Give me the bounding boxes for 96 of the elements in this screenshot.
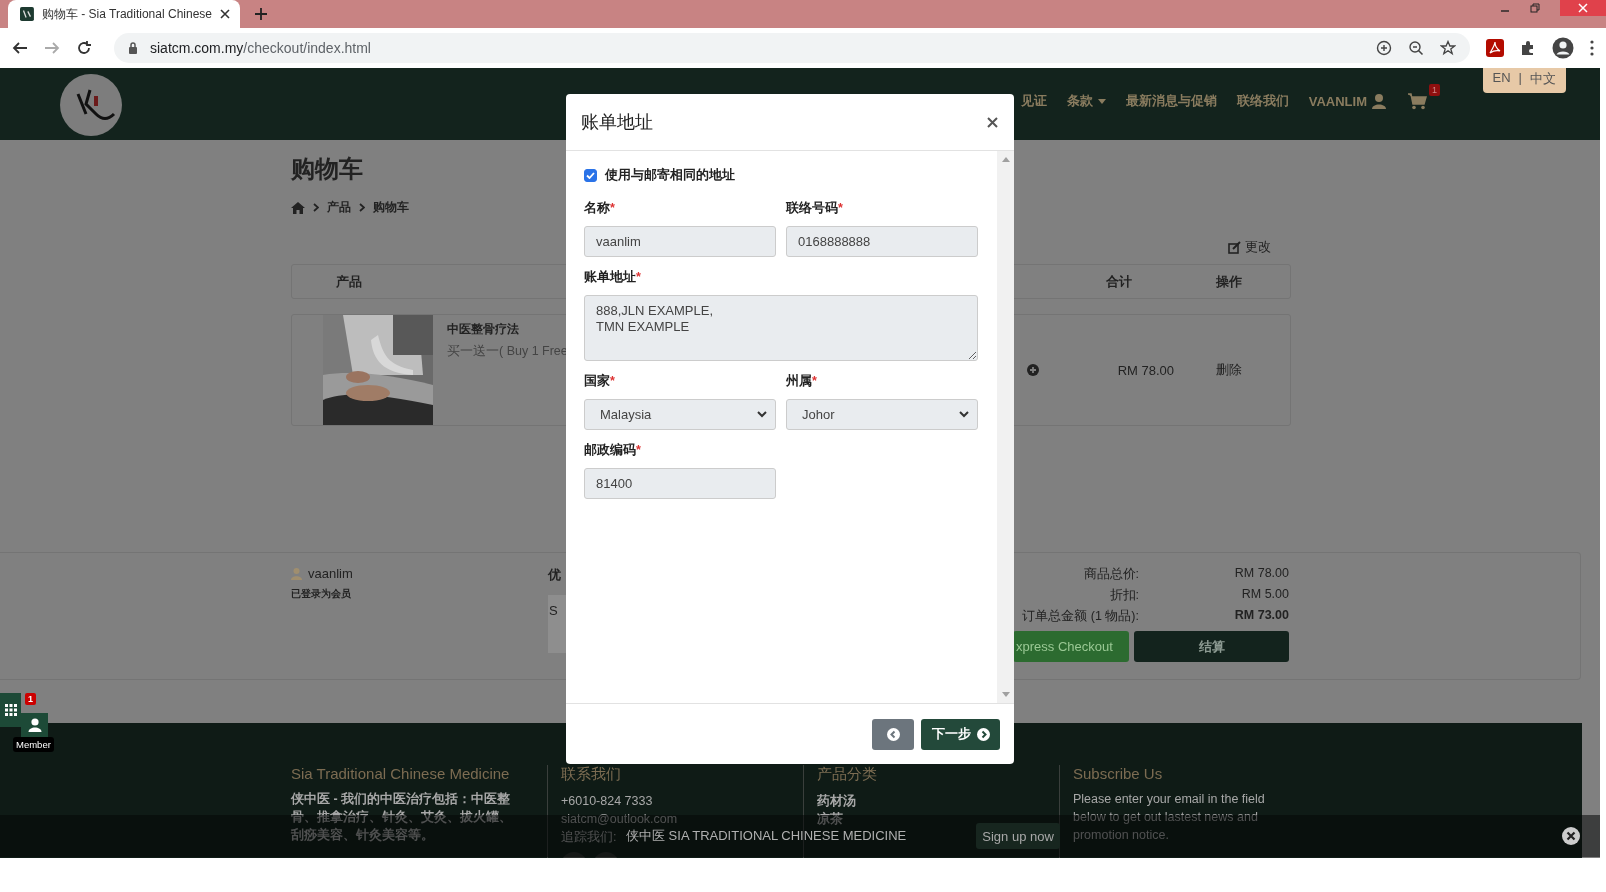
- chevron-left-circle-icon: [886, 727, 900, 741]
- separator: |: [1518, 70, 1522, 87]
- sign-up-button[interactable]: Sign up now: [976, 823, 1060, 849]
- nav-link[interactable]: VAANLIM: [1308, 93, 1386, 109]
- new-tab-icon[interactable]: [254, 7, 268, 21]
- home-icon[interactable]: [291, 201, 305, 214]
- chevron-icon: [359, 203, 365, 212]
- edit-icon: [1228, 240, 1241, 254]
- menu-icon[interactable]: [1590, 40, 1594, 56]
- member-button[interactable]: [21, 713, 48, 737]
- total-label: 商品总价:: [1082, 566, 1139, 583]
- notice-text: 侠中医 SIA TRADITIONAL CHINESE MEDICINE: [626, 827, 907, 845]
- footer-text: siatcm@outlook.com: [561, 811, 678, 828]
- total-label: 折扣:: [1108, 587, 1139, 604]
- checkbox[interactable]: [584, 169, 597, 182]
- cart-count-badge: 1: [1429, 83, 1440, 96]
- nav-link[interactable]: 联络我们: [1236, 92, 1289, 110]
- breadcrumb-link[interactable]: 购物车: [373, 199, 409, 216]
- user-name: vaanlim: [291, 566, 548, 581]
- back-icon[interactable]: [12, 40, 28, 56]
- page-title: 购物车: [291, 154, 363, 184]
- caret-icon: [1097, 98, 1106, 104]
- browser-tab[interactable]: 购物车 - Sia Traditional Chinese: [8, 0, 240, 28]
- close-icon[interactable]: [1562, 827, 1580, 845]
- user-icon: [27, 718, 42, 732]
- nav-link[interactable]: 条款: [1066, 92, 1106, 110]
- puzzle-icon[interactable]: [1520, 40, 1536, 56]
- chevron-icon: [313, 203, 319, 212]
- close-icon: [1578, 3, 1588, 13]
- total-price: RM 78.00: [1116, 362, 1174, 378]
- nav-link[interactable]: 最新消息与促销: [1125, 92, 1217, 110]
- checkbox-label: 使用与邮寄相同的地址: [605, 167, 735, 184]
- apps-button[interactable]: [0, 693, 21, 727]
- grid-icon: [4, 704, 17, 716]
- restore-icon[interactable]: [1530, 3, 1540, 13]
- site-favicon: [20, 6, 34, 22]
- footer-text: +6010-824 7333: [561, 793, 653, 810]
- footer-text: Please enter your email in the field below to get out lastest news and promotion notice.: [1073, 791, 1266, 844]
- close-icon[interactable]: [220, 9, 230, 19]
- express-checkout-button[interactable]: xpress Checkout: [1013, 631, 1129, 662]
- add-circle-icon[interactable]: [1376, 40, 1392, 56]
- profile-icon[interactable]: [1552, 37, 1574, 59]
- field-label: 联络号码*: [786, 200, 844, 217]
- notification-badge: 1: [25, 693, 36, 705]
- dialog-title: 账单地址: [581, 111, 653, 134]
- tab-title: 购物车 - Sia Traditional Chinese: [41, 5, 212, 23]
- footer-heading: 产品分类: [817, 765, 878, 784]
- footer-heading: 联系我们: [561, 765, 622, 784]
- footer-link[interactable]: 药材汤: [817, 792, 856, 810]
- tooltip: Member: [13, 737, 54, 752]
- breadcrumb-link[interactable]: 产品: [327, 199, 351, 216]
- column-header: 操作: [1215, 272, 1243, 291]
- footer-heading: Sia Traditional Chinese Medicine: [291, 765, 511, 782]
- field-label: 账单地址*: [584, 269, 642, 286]
- footer-text: 追踪我们:: [561, 829, 617, 846]
- footer-text: 侠中医 - 我们的中医治疗包括：中医整骨、推拿治疗、针灸、艾灸、拔火罐、刮痧美容、针灸美容等。: [291, 791, 513, 844]
- nav-link[interactable]: 见证: [1020, 92, 1047, 110]
- user-icon: [1372, 93, 1386, 109]
- chevron-right-circle-icon: [976, 727, 990, 741]
- zoom-out-icon[interactable]: [1408, 40, 1424, 56]
- edit-link[interactable]: 更改: [1228, 238, 1271, 256]
- field-label: 名称*: [584, 200, 616, 217]
- language-link[interactable]: 中文: [1530, 70, 1556, 88]
- check-icon: [586, 172, 595, 179]
- product-name[interactable]: 中医整骨疗法: [447, 321, 568, 338]
- column-header: 产品: [336, 272, 362, 291]
- lock-icon: [128, 42, 138, 54]
- total-value: RM 73.00: [1234, 608, 1289, 624]
- field-label: 州属*: [786, 373, 818, 390]
- coupon-label: 优: [548, 566, 562, 584]
- total-value: RM 5.00: [1241, 587, 1289, 603]
- column-header: 合计: [1105, 272, 1133, 291]
- back-button[interactable]: [872, 718, 914, 750]
- footer-heading: Subscribe Us: [1073, 765, 1164, 782]
- close-icon[interactable]: [987, 116, 998, 128]
- next-button[interactable]: 下一步: [921, 718, 1000, 750]
- language-link[interactable]: EN: [1492, 70, 1511, 88]
- chevron-down-icon: [757, 411, 767, 418]
- cart-icon[interactable]: [1408, 92, 1428, 110]
- user-icon: [291, 567, 302, 580]
- url-text: siatcm.com.my/checkout/index.html: [150, 40, 372, 56]
- chevron-down-icon: [959, 411, 969, 418]
- star-icon[interactable]: [1440, 40, 1456, 56]
- reload-icon[interactable]: [76, 40, 92, 56]
- total-label: 订单总金额 (1 物品):: [1021, 608, 1139, 625]
- plus-circle-icon[interactable]: [1027, 364, 1039, 376]
- total-value: RM 78.00: [1234, 566, 1289, 582]
- field-label: 邮政编码*: [584, 442, 642, 459]
- login-status: 已登录为会员: [291, 587, 352, 601]
- site-logo: [60, 74, 122, 136]
- pdf-icon[interactable]: [1486, 39, 1504, 57]
- checkout-button[interactable]: 结算: [1134, 631, 1289, 662]
- field-label: 国家*: [584, 373, 616, 390]
- close-window-button[interactable]: [1560, 0, 1606, 16]
- address-field[interactable]: siatcm.com.my/checkout/index.html: [114, 33, 1470, 63]
- delete-link[interactable]: 删除: [1174, 361, 1284, 379]
